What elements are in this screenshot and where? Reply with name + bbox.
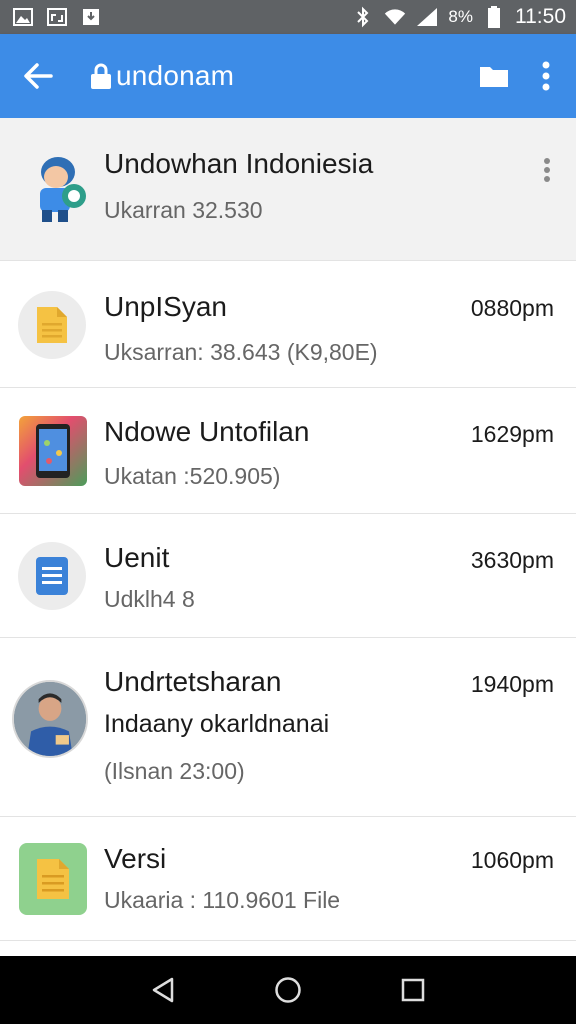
nav-home-icon[interactable] bbox=[268, 970, 308, 1010]
signal-icon bbox=[416, 7, 438, 27]
list-item-subtitle: Ukaaria : 110.9601 File bbox=[104, 887, 341, 913]
header-item[interactable]: Undowhan Indoniesia Ukarran 32.530 bbox=[0, 118, 576, 261]
list-item[interactable]: UnpISyan Uksarran: 38.643 (K9,80E) 0880p… bbox=[0, 261, 576, 388]
list-item-subtitle: Ukatan :520.905) bbox=[104, 463, 281, 489]
screenshot-icon bbox=[46, 7, 68, 27]
wifi-icon bbox=[384, 7, 406, 27]
list-item-subtitle: (Ilsnan 23:00) bbox=[104, 758, 245, 784]
list-item[interactable]: Uenit Udklh4 8 3630pm bbox=[0, 514, 576, 638]
bluetooth-icon bbox=[352, 6, 374, 28]
more-vert-icon[interactable] bbox=[536, 154, 558, 186]
header-item-subtitle: Ukarran 32.530 bbox=[104, 197, 263, 223]
list-item-title: Ndowe Untofilan bbox=[104, 416, 310, 447]
list-item-time: 1629pm bbox=[470, 421, 554, 447]
gallery-icon bbox=[12, 7, 34, 27]
list-item-subtitle: Udklh4 8 bbox=[104, 586, 195, 612]
file-list: Undowhan Indoniesia Ukarran 32.530 UnpIS… bbox=[0, 118, 576, 941]
doc-file-icon bbox=[18, 542, 86, 610]
contact-photo-icon bbox=[12, 680, 88, 758]
list-item-subtitle: Uksarran: 38.643 (K9,80E) bbox=[104, 339, 378, 365]
list-item[interactable]: Ndowe Untofilan Ukatan :520.905) 1629pm bbox=[0, 388, 576, 514]
more-vert-icon[interactable] bbox=[528, 56, 564, 96]
folder-icon[interactable] bbox=[474, 56, 514, 96]
navigation-bar bbox=[0, 956, 576, 1024]
list-item[interactable]: Undrtetsharan Indaany okarldnanai (Ilsna… bbox=[0, 638, 576, 817]
document-icon bbox=[18, 291, 86, 359]
list-item-title: Undrtetsharan bbox=[104, 666, 282, 697]
list-item-time: 3630pm bbox=[470, 547, 554, 573]
notes-file-icon bbox=[19, 843, 87, 915]
nav-back-icon[interactable] bbox=[143, 970, 183, 1010]
person-mascot-icon bbox=[22, 154, 94, 226]
list-item-time: 0880pm bbox=[470, 295, 554, 321]
header-item-title: Undowhan Indoniesia bbox=[104, 148, 374, 179]
list-item-time: 1940pm bbox=[470, 671, 554, 697]
nav-recents-icon[interactable] bbox=[393, 970, 433, 1010]
list-item-title: UnpISyan bbox=[104, 291, 227, 322]
status-bar: 8% 11:50 bbox=[0, 0, 576, 34]
phone-app-icon bbox=[19, 416, 87, 486]
arrow-back-icon[interactable] bbox=[18, 56, 58, 96]
app-title: undonam bbox=[116, 60, 235, 91]
list-item-title: Uenit bbox=[104, 542, 170, 573]
status-time: 11:50 bbox=[515, 5, 566, 28]
battery-percent: 8% bbox=[448, 7, 473, 26]
battery-icon bbox=[483, 6, 505, 28]
lock-icon bbox=[88, 61, 114, 91]
list-item-time: 1060pm bbox=[470, 847, 554, 873]
download-icon bbox=[80, 7, 102, 27]
list-item-title: Versi bbox=[104, 843, 167, 874]
app-bar: undonam bbox=[0, 34, 576, 118]
list-item[interactable]: Versi Ukaaria : 110.9601 File 1060pm bbox=[0, 817, 576, 941]
list-item-subtitle-secondary: Indaany okarldnanai bbox=[104, 710, 330, 738]
